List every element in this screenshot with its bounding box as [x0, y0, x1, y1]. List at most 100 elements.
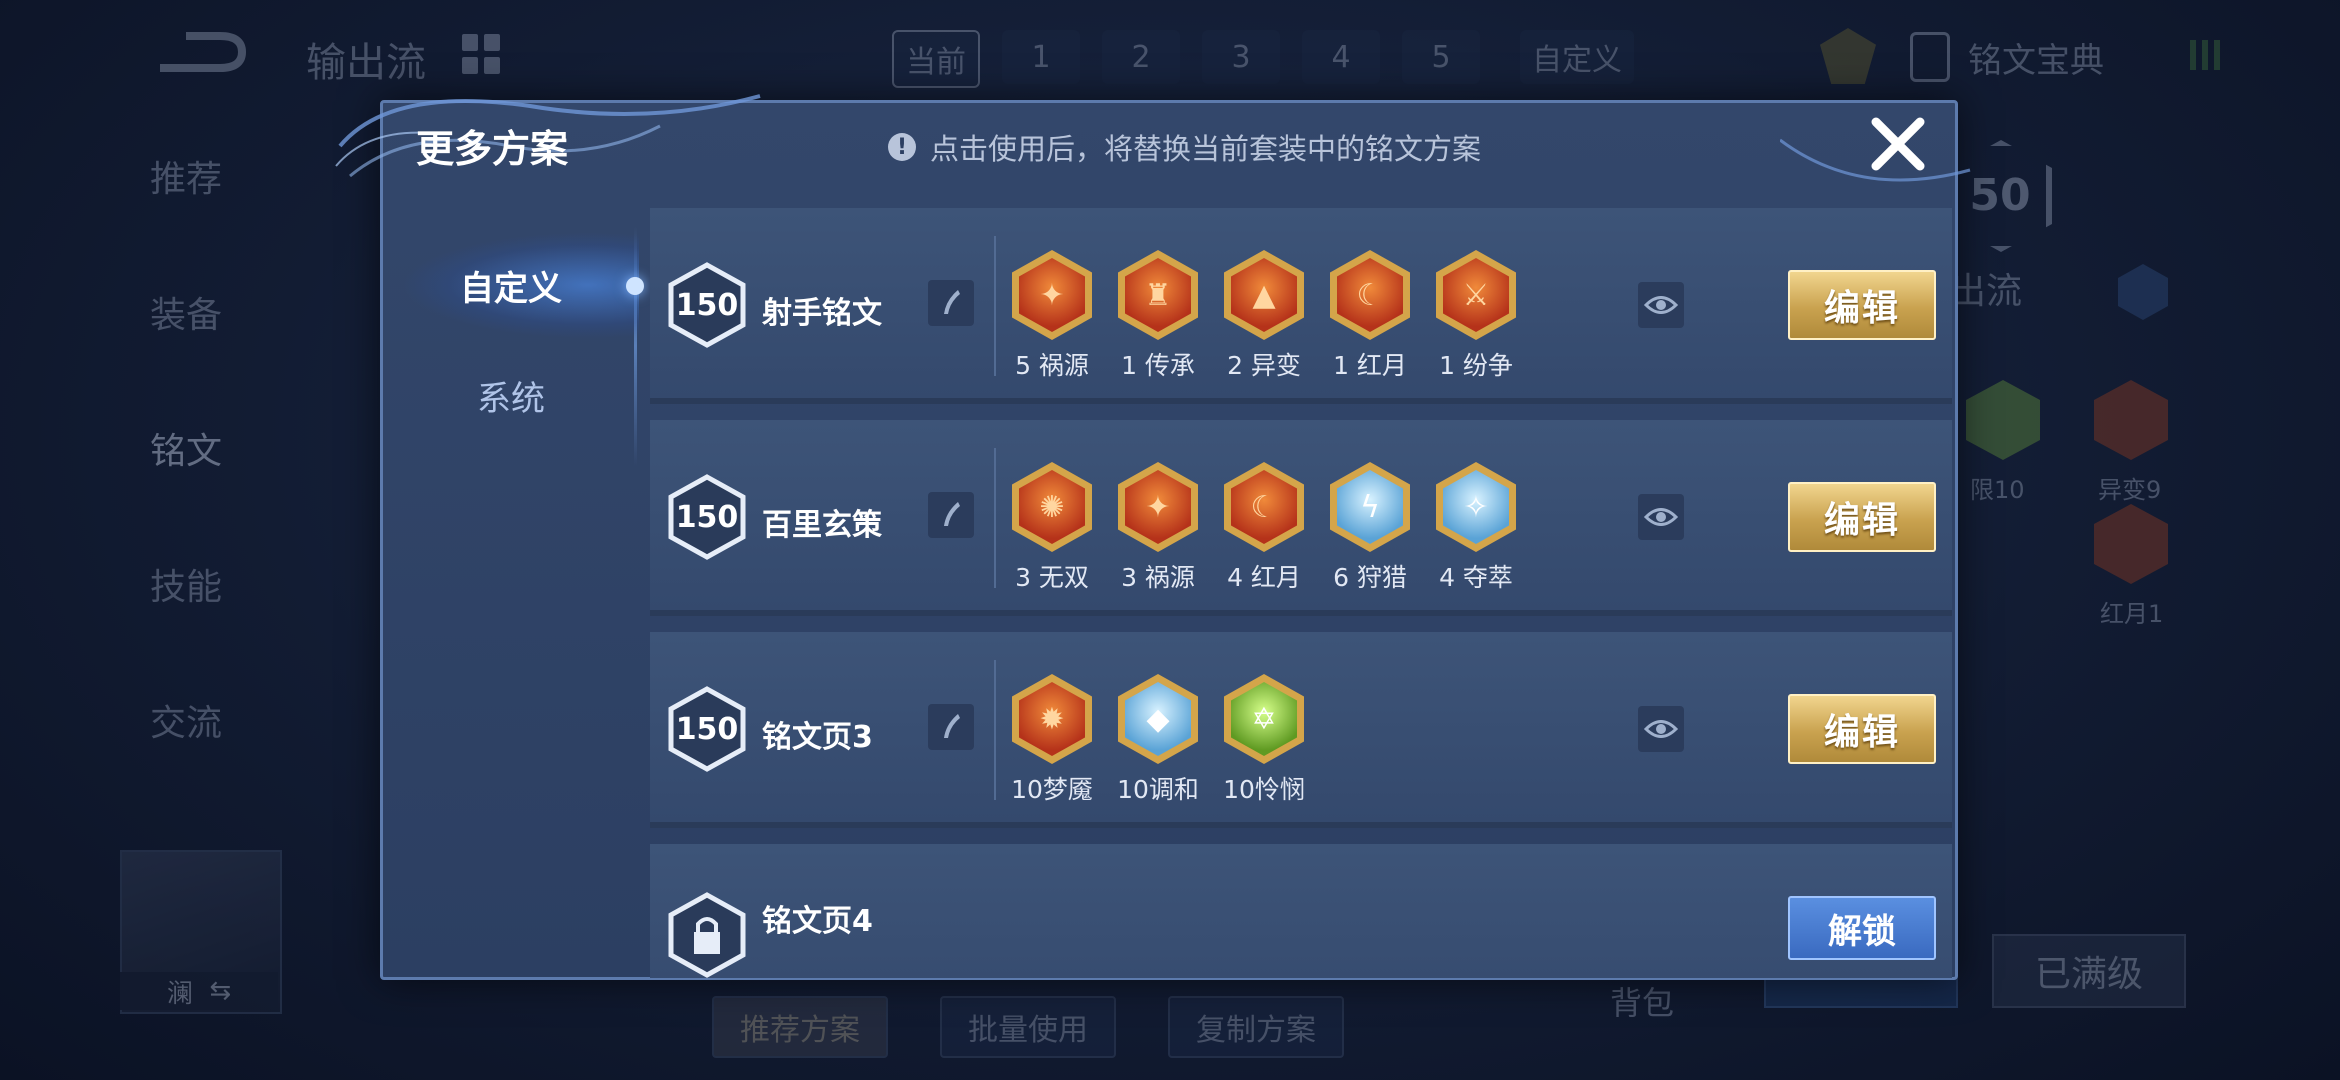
pen-icon	[944, 290, 960, 314]
rune-label: 红月1	[2100, 600, 2164, 628]
tab-custom[interactable]: 自定义	[383, 230, 639, 340]
rename-button[interactable]	[928, 280, 974, 326]
trophy-icon[interactable]	[1820, 28, 1876, 84]
signal-icon	[2190, 40, 2220, 70]
rune-icon: ✦	[1012, 250, 1092, 340]
rune-item: ☾ 1 红月	[1330, 250, 1410, 382]
max-level-button: 已满级	[1992, 934, 2186, 1008]
close-icon[interactable]	[1866, 112, 1930, 176]
rune-icon	[1966, 380, 2040, 460]
nav-item-runes[interactable]: 铭文	[150, 422, 222, 474]
rune-icon	[2094, 504, 2168, 584]
left-nav: 推荐 装备 铭文 技能 交流	[150, 150, 222, 746]
info-icon: !	[888, 133, 916, 161]
plan-name: 百里玄策	[762, 508, 882, 543]
nav-item-equipment[interactable]: 装备	[150, 286, 222, 338]
tab-5[interactable]: 5	[1402, 30, 1480, 84]
rune-label: 4 夺萃	[1439, 563, 1513, 592]
hero-name[interactable]: 澜 ⇆	[120, 972, 278, 1010]
rune-icon: ✡	[1224, 674, 1304, 764]
rune-label: 2 异变	[1227, 351, 1301, 380]
plan-name: 铭文页3	[762, 720, 873, 755]
plan-level: 150	[675, 500, 739, 535]
modal-title: 更多方案	[416, 127, 569, 171]
rune-item: ✦ 5 祸源	[1012, 250, 1092, 382]
unlock-button[interactable]: 解锁	[1788, 896, 1936, 960]
edit-button[interactable]: 编辑	[1788, 694, 1936, 764]
menu-icon[interactable]	[2118, 264, 2168, 320]
rune-label: 3 祸源	[1121, 563, 1195, 592]
tab-4[interactable]: 4	[1302, 30, 1380, 84]
rename-button[interactable]	[928, 492, 974, 538]
copy-plan-button[interactable]: 复制方案	[1168, 996, 1344, 1058]
bag-link[interactable]: 背包	[1610, 978, 1674, 1024]
tab-2[interactable]: 2	[1102, 30, 1180, 84]
nav-item-recommend[interactable]: 推荐	[150, 150, 222, 202]
rune-icon	[2094, 380, 2168, 460]
notice-text: 点击使用后，将替换当前套装中的铭文方案	[930, 132, 1482, 166]
rune-book-icon	[1910, 32, 1950, 82]
plan-level: 150	[675, 712, 739, 747]
rune-icon: ☾	[1224, 462, 1304, 552]
lock-hexagon-icon	[668, 892, 746, 978]
rune-item: ✡ 10怜悯	[1223, 674, 1305, 806]
rune-icon: ▲	[1224, 250, 1304, 340]
divider	[994, 660, 996, 800]
rename-button[interactable]	[928, 704, 974, 750]
plan-name: 铭文页4	[762, 904, 873, 939]
level-badge-number: 50	[1969, 170, 2031, 221]
plan-level: 150	[675, 288, 739, 323]
recommend-plan-button[interactable]: 推荐方案	[712, 996, 888, 1058]
tab-system[interactable]: 系统	[383, 340, 639, 450]
tab-custom[interactable]: 自定义	[1520, 30, 1634, 84]
notice: ! 点击使用后，将替换当前套装中的铭文方案	[888, 126, 1481, 168]
top-tabs: 当前 1 2 3 4 5 自定义	[892, 30, 1634, 88]
rune-list: ✦ 5 祸源 ♜ 1 传承 ▲ 2 异变 ☾ 1 红月 ⚔ 1 纷争	[1012, 250, 1516, 382]
edit-button[interactable]: 编辑	[1788, 270, 1936, 340]
rune-label: 10调和	[1117, 775, 1199, 804]
tab-1[interactable]: 1	[1002, 30, 1080, 84]
grid-icon[interactable]	[462, 34, 502, 74]
active-tab-indicator	[626, 277, 644, 295]
rune-icon: ✧	[1436, 462, 1516, 552]
rune-label: 限10	[1970, 476, 2025, 504]
edit-button[interactable]: 编辑	[1788, 482, 1936, 552]
rune-item: ◆ 10调和	[1117, 674, 1199, 806]
rune-label: 6 狩猎	[1333, 563, 1407, 592]
preview-eye-icon[interactable]	[1638, 282, 1684, 328]
preview-eye-icon[interactable]	[1638, 706, 1684, 752]
rune-label: 异变9	[2098, 476, 2162, 504]
rune-list: ✹ 10梦魇 ◆ 10调和 ✡ 10怜悯	[1011, 674, 1305, 806]
preview-eye-icon[interactable]	[1638, 494, 1684, 540]
bottom-actions: 推荐方案 批量使用 复制方案	[712, 996, 1344, 1058]
rune-item: ⚔ 1 纷争	[1436, 250, 1516, 382]
rune-label: 5 祸源	[1015, 351, 1089, 380]
rune-label: 1 传承	[1121, 351, 1195, 380]
rune-icon: ✹	[1012, 674, 1092, 764]
nav-item-skills[interactable]: 技能	[150, 558, 222, 610]
tab-3[interactable]: 3	[1202, 30, 1280, 84]
rune-label: 3 无双	[1015, 563, 1089, 592]
rune-list: ✺ 3 无双 ✦ 3 祸源 ☾ 4 红月 ϟ 6 狩猎 ✧ 4 夺萃	[1012, 462, 1516, 594]
page-title: 输出流	[306, 40, 426, 86]
rune-label: 4 红月	[1227, 563, 1301, 592]
plan-list[interactable]: 150 射手铭文 ✦ 5 祸源 ♜ 1 传承 ▲ 2 异变 ☾ 1 红月 ⚔ 1 纷争 编…	[650, 208, 1952, 978]
tab-current[interactable]: 当前	[892, 30, 980, 88]
pen-icon	[944, 502, 960, 526]
rune-item: ✧ 4 夺萃	[1436, 462, 1516, 594]
back-arrow-icon[interactable]	[150, 28, 250, 80]
rune-label: 1 纷争	[1439, 351, 1513, 380]
batch-use-button[interactable]: 批量使用	[940, 996, 1116, 1058]
rune-icon: ♜	[1118, 250, 1198, 340]
nav-item-community[interactable]: 交流	[150, 694, 222, 746]
pen-icon	[944, 714, 960, 738]
rune-item: ✹ 10梦魇	[1011, 674, 1093, 806]
plan-row: 150 射手铭文 ✦ 5 祸源 ♜ 1 传承 ▲ 2 异变 ☾ 1 红月 ⚔ 1 纷争 编…	[650, 208, 1952, 404]
rune-label: 10梦魇	[1011, 775, 1093, 804]
rune-book-link[interactable]: 铭文宝典	[1910, 32, 2104, 82]
rune-icon: ✦	[1118, 462, 1198, 552]
divider	[994, 236, 996, 376]
rune-label: 10怜悯	[1223, 775, 1305, 804]
side-tabs: 自定义 系统	[383, 230, 639, 450]
rune-icon: ☾	[1330, 250, 1410, 340]
